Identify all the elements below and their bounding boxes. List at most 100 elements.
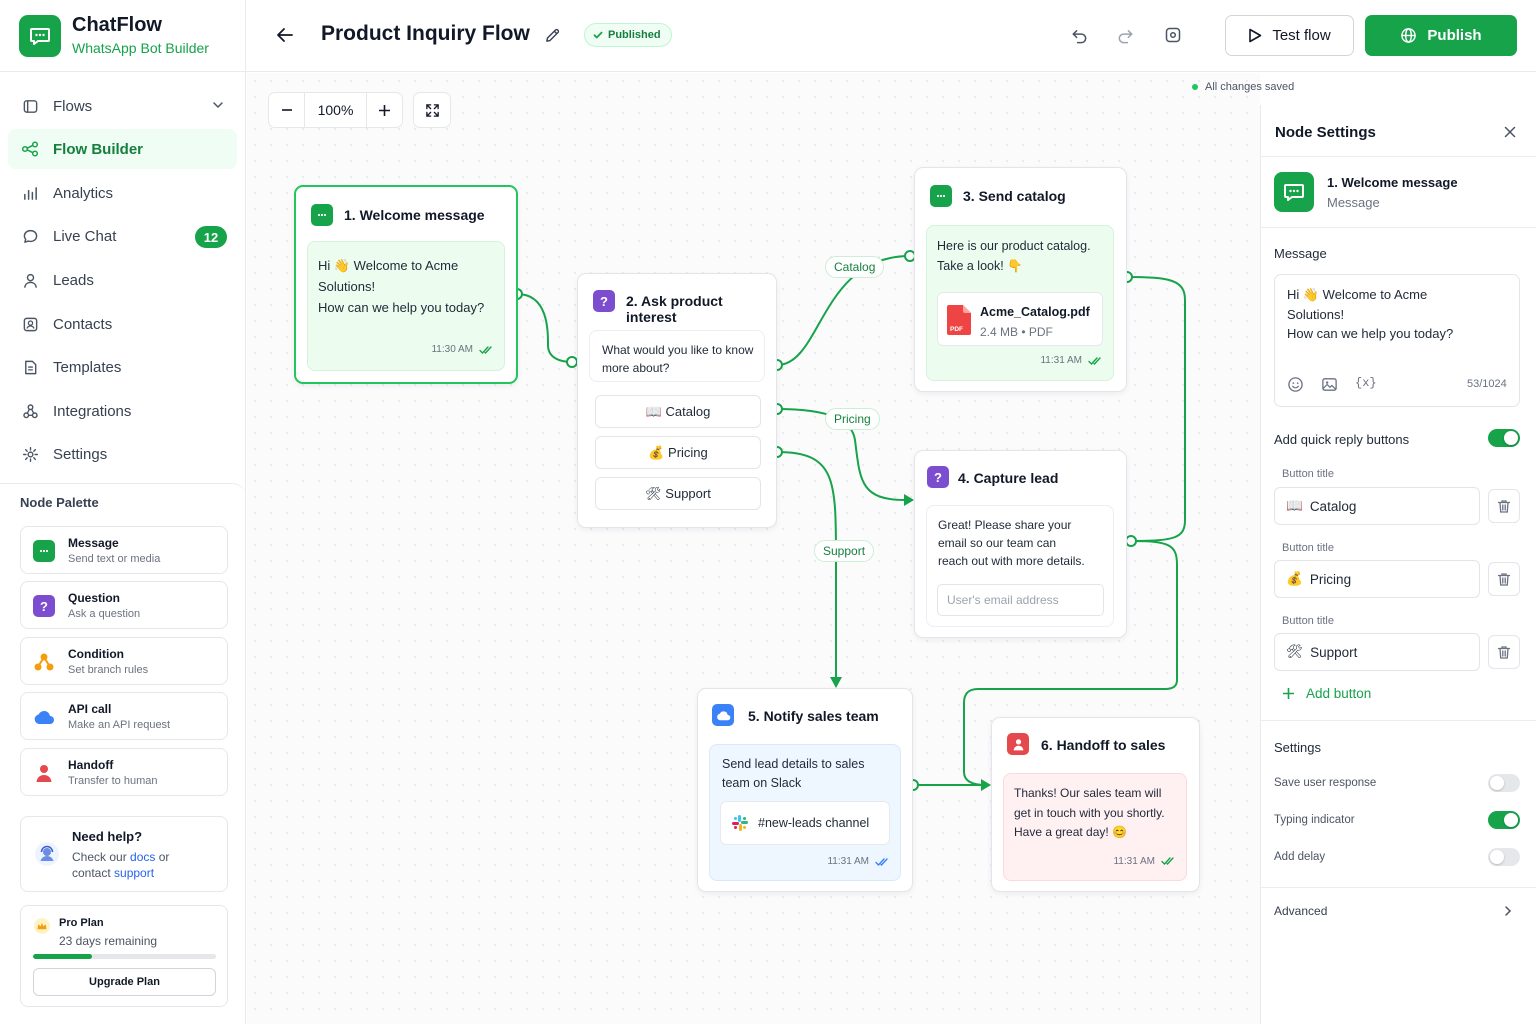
- nav-item-flow-builder[interactable]: Flow Builder: [8, 129, 237, 169]
- button-title-label: Button title: [1282, 615, 1334, 627]
- person-icon: [1007, 733, 1029, 755]
- nav-item-templates[interactable]: Templates: [8, 347, 237, 387]
- button-text: Catalog: [1309, 498, 1357, 514]
- palette-item-api-call[interactable]: API call Make an API request: [20, 692, 228, 740]
- node-handoff-to-sales[interactable]: 6. Handoff to sales Thanks! Our sales te…: [991, 717, 1200, 892]
- quick-reply-catalog[interactable]: 📖 Catalog: [595, 395, 761, 428]
- zoom-out-button[interactable]: [269, 93, 304, 127]
- nav-item-analytics[interactable]: Analytics: [8, 173, 237, 213]
- typing-indicator-toggle[interactable]: [1488, 811, 1520, 829]
- zoom-in-button[interactable]: [367, 93, 402, 127]
- redo-icon[interactable]: [1111, 21, 1139, 49]
- palette-item-handoff[interactable]: Handoff Transfer to human: [20, 748, 228, 796]
- variable-icon[interactable]: {x}: [1355, 376, 1377, 390]
- nav-label: Live Chat: [53, 227, 117, 245]
- message-line: Have a great day! 😊: [1014, 825, 1127, 839]
- file-meta: 2.4 MB • PDF: [980, 325, 1053, 339]
- publish-button[interactable]: Publish: [1365, 15, 1517, 56]
- integrations-icon: [21, 402, 39, 420]
- setting-label: Save user response: [1274, 777, 1377, 789]
- node-ask-product-interest[interactable]: ? 2. Ask product interest What would you…: [577, 273, 777, 528]
- node-send-catalog[interactable]: 3. Send catalog Here is our product cata…: [914, 167, 1127, 392]
- palette-item-desc: Send text or media: [68, 553, 161, 565]
- nav-item-settings[interactable]: Settings: [8, 434, 237, 474]
- test-flow-button[interactable]: Test flow: [1225, 15, 1354, 56]
- quick-reply-toggle[interactable]: [1488, 429, 1520, 447]
- palette-item-condition[interactable]: Condition Set branch rules: [20, 637, 228, 685]
- edge-label-catalog[interactable]: Catalog: [825, 256, 885, 278]
- quick-reply-pricing[interactable]: 💰 Pricing: [595, 436, 761, 469]
- brand-subtitle: WhatsApp Bot Builder: [72, 40, 209, 56]
- back-arrow-icon[interactable]: [271, 21, 299, 49]
- nav-label: Analytics: [53, 184, 114, 202]
- time-text: 11:31 AM: [1040, 355, 1082, 366]
- question-line: email so our team can: [938, 536, 1057, 550]
- status-text: Published: [608, 29, 661, 41]
- message-line: Hi 👋 Welcome to Acme: [318, 258, 459, 273]
- templates-icon: [21, 358, 39, 376]
- undo-icon[interactable]: [1065, 21, 1093, 49]
- nav-label: Flow Builder: [53, 140, 143, 158]
- test-flow-label: Test flow: [1272, 27, 1331, 44]
- message-editor-text[interactable]: Hi 👋 Welcome to Acme Solutions! How can …: [1287, 285, 1507, 344]
- nav-item-flows[interactable]: Flows: [8, 86, 237, 126]
- question-icon: ?: [593, 290, 615, 312]
- button-emoji: 📖: [1286, 498, 1303, 513]
- screenshot-icon[interactable]: [1159, 21, 1187, 49]
- quick-reply-support[interactable]: 🛠 Support: [595, 477, 761, 510]
- settings-label: Settings: [1274, 740, 1321, 755]
- node-title: 1. Welcome message: [344, 207, 485, 223]
- palette-item-desc: Transfer to human: [68, 775, 158, 787]
- action-line: Send lead details to sales: [722, 757, 865, 771]
- edge-label-pricing[interactable]: Pricing: [825, 408, 880, 430]
- status-badge: Published: [584, 23, 672, 47]
- close-icon[interactable]: [1500, 122, 1520, 142]
- upgrade-plan-button[interactable]: Upgrade Plan: [33, 968, 216, 996]
- node-notify-sales-team[interactable]: 5. Notify sales team Send lead details t…: [697, 688, 913, 892]
- divider: [1261, 227, 1536, 228]
- nav-item-integrations[interactable]: Integrations: [8, 391, 237, 431]
- trash-icon[interactable]: [1488, 489, 1520, 523]
- trash-icon[interactable]: [1488, 562, 1520, 596]
- edge-label-support[interactable]: Support: [814, 540, 875, 562]
- palette-item-message[interactable]: Message Send text or media: [20, 526, 228, 574]
- nav-item-contacts[interactable]: Contacts: [8, 304, 237, 344]
- node-title: 6. Handoff to sales: [1041, 737, 1166, 753]
- support-link[interactable]: support: [114, 866, 154, 880]
- add-delay-toggle[interactable]: [1488, 848, 1520, 866]
- button-title-input-pricing[interactable]: 💰 Pricing: [1274, 560, 1480, 598]
- quick-reply-label: Add quick reply buttons: [1274, 432, 1410, 447]
- pencil-edit-icon[interactable]: [538, 21, 566, 49]
- double-check-icon: [1161, 856, 1176, 866]
- chevron-down-icon[interactable]: [211, 98, 225, 112]
- plan-progress-bar: [33, 954, 216, 959]
- time-text: 11:30 AM: [431, 344, 473, 355]
- time-text: 11:31 AM: [1113, 855, 1155, 867]
- image-icon[interactable]: [1321, 376, 1338, 393]
- trash-icon[interactable]: [1488, 635, 1520, 669]
- button-title-input-support[interactable]: 🛠 Support: [1274, 633, 1480, 671]
- user-icon: [21, 271, 39, 289]
- save-response-toggle[interactable]: [1488, 774, 1520, 792]
- emoji-icon[interactable]: [1287, 376, 1304, 393]
- add-button-link[interactable]: Add button: [1282, 686, 1371, 701]
- contacts-icon: [21, 315, 39, 333]
- node-welcome-message[interactable]: 1. Welcome message Hi 👋 Welcome to Acme …: [294, 185, 518, 384]
- divider: [1261, 887, 1536, 888]
- message-line: Here is our product catalog.: [937, 239, 1091, 253]
- fit-view-button[interactable]: [413, 92, 451, 128]
- docs-link[interactable]: docs: [130, 850, 155, 864]
- button-title-input-catalog[interactable]: 📖 Catalog: [1274, 487, 1480, 525]
- node-capture-lead[interactable]: ? 4. Capture lead Great! Please share yo…: [914, 450, 1127, 638]
- nav-item-leads[interactable]: Leads: [8, 260, 237, 300]
- action-line: team on Slack: [722, 775, 802, 790]
- file-attachment[interactable]: PDF Acme_Catalog.pdf 2.4 MB • PDF: [937, 292, 1103, 346]
- palette-item-question[interactable]: ? Question Ask a question: [20, 581, 228, 629]
- button-title-label: Button title: [1282, 542, 1334, 554]
- file-name: Acme_Catalog.pdf: [980, 305, 1090, 319]
- nav-item-live-chat[interactable]: Live Chat 12: [8, 216, 237, 256]
- gear-icon: [21, 445, 39, 463]
- brand-header: ChatFlow WhatsApp Bot Builder: [0, 0, 246, 72]
- advanced-section[interactable]: Advanced: [1261, 892, 1536, 932]
- help-text: Check our docs or contact support: [72, 849, 212, 881]
